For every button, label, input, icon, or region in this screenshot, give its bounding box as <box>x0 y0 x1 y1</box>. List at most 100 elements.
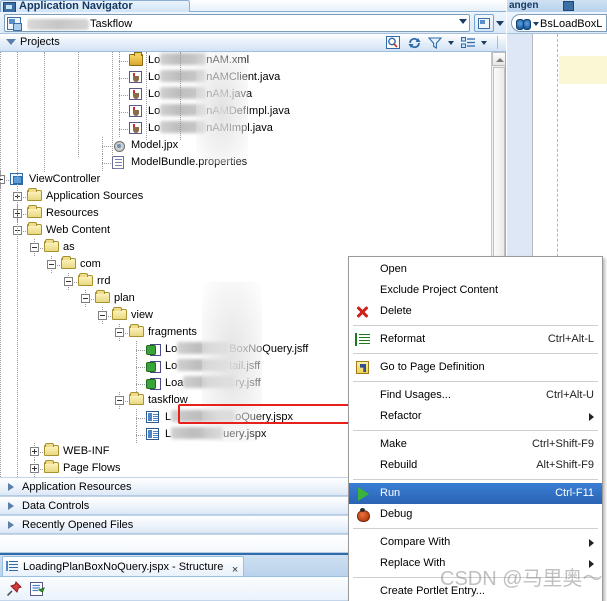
tree-row[interactable]: Lo nAMImpl.java <box>0 120 492 137</box>
submenu-arrow-icon <box>589 413 594 421</box>
component-selector-combo[interactable]: BsLoadBoxL <box>511 14 607 32</box>
search-icon[interactable] <box>385 35 402 51</box>
tree-connector <box>119 86 120 103</box>
jsff-icon <box>146 342 161 356</box>
filter-icon[interactable] <box>427 35 444 51</box>
context-menu[interactable]: Open Exclude Project Content Delete Reforma… <box>348 256 603 601</box>
tree-item-label: nAM.xml <box>206 54 250 66</box>
filter-dropdown-caret[interactable] <box>447 35 456 51</box>
tree-expander[interactable] <box>115 328 124 337</box>
tree-item-label: Model.jpx <box>131 139 179 151</box>
tree-rail <box>78 52 79 157</box>
tree-expander[interactable] <box>81 294 90 303</box>
tree-row[interactable]: Model.jpx <box>0 137 492 154</box>
submenu-arrow-icon <box>589 560 594 568</box>
tree-item-text: ModelBundle.properties <box>131 154 247 171</box>
projects-header: Projects <box>0 34 506 52</box>
java-icon <box>129 105 142 117</box>
tree-expander[interactable] <box>47 260 56 269</box>
menu-item[interactable]: Delete <box>349 301 602 322</box>
section-label: Data Controls <box>22 500 90 512</box>
tree-row[interactable]: Application Sources <box>0 188 492 205</box>
redacted-text <box>177 359 230 371</box>
tree-item-label: fragments <box>148 326 197 338</box>
new-node-icon[interactable] <box>29 581 47 597</box>
menu-item[interactable]: Compare With <box>349 532 602 553</box>
window-tabstrip: Application Navigator <box>0 0 506 12</box>
tree-item-label-prefix: Lo <box>148 54 161 66</box>
redacted-text <box>160 70 207 82</box>
editor-tab-label[interactable]: angen <box>509 0 538 12</box>
tree-row[interactable]: Lo nAMDefImpl.java <box>0 103 492 120</box>
tree-expander[interactable] <box>30 464 39 473</box>
tree-expander[interactable] <box>64 277 73 286</box>
menu-item-label: Open <box>380 263 407 275</box>
refresh-icon[interactable] <box>406 35 423 51</box>
tree-expander[interactable] <box>30 447 39 456</box>
menu-separator <box>353 325 598 326</box>
tree-item-text: Loa ry.jsff <box>165 375 261 392</box>
menu-item[interactable]: Make Ctrl+Shift-F9 <box>349 434 602 455</box>
structure-tab-label: LoadingPlanBoxNoQuery.jspx - Structure <box>23 561 224 573</box>
scroll-up-arrow[interactable] <box>492 52 505 66</box>
menu-item[interactable]: Open <box>349 259 602 280</box>
chevron-right-icon <box>8 502 14 510</box>
tree-connector <box>102 154 103 171</box>
group-by-icon[interactable] <box>460 35 477 51</box>
tree-item-label: com <box>80 258 101 270</box>
chevron-down-icon[interactable] <box>533 22 539 26</box>
tree-connector <box>136 418 145 419</box>
tree-item-label-prefix: Lo <box>148 71 161 83</box>
menu-item-label: Create Portlet Entry... <box>380 585 485 597</box>
chevron-right-icon <box>8 521 14 529</box>
menu-item[interactable]: Debug <box>349 504 602 525</box>
delete-icon <box>355 304 371 319</box>
chevron-down-icon[interactable] <box>6 39 16 45</box>
editor-highlight-block <box>559 56 607 84</box>
menu-item[interactable]: Rebuild Alt+Shift-F9 <box>349 455 602 476</box>
debug-icon <box>355 507 371 522</box>
redacted-text <box>171 427 224 439</box>
menu-separator <box>353 430 598 431</box>
tree-row[interactable]: Resources <box>0 205 492 222</box>
menu-item[interactable]: Exclude Project Content <box>349 280 602 301</box>
tree-row[interactable]: Lo nAM.java <box>0 86 492 103</box>
taskflow-combo-value: Taskflow <box>27 17 451 31</box>
tree-item-label: Application Sources <box>46 190 144 202</box>
menu-item[interactable]: Run Ctrl-F11 <box>349 483 602 504</box>
menu-item-label: Delete <box>380 305 412 317</box>
menu-item[interactable]: Reformat Ctrl+Alt-L <box>349 329 602 350</box>
tab-application-navigator[interactable]: Application Navigator <box>0 0 190 12</box>
tree-row[interactable]: Web Content <box>0 222 492 239</box>
section-label: Recently Opened Files <box>22 519 134 531</box>
tree-rail <box>112 52 113 157</box>
menu-item[interactable]: Go to Page Definition <box>349 357 602 378</box>
tree-item-text: WEB-INF <box>63 443 109 460</box>
chevron-down-icon[interactable] <box>459 19 467 24</box>
menu-item-label: Replace With <box>380 557 446 569</box>
tree-row[interactable]: ModelBundle.properties <box>0 154 492 171</box>
menu-item[interactable]: Create Portlet Entry... <box>349 581 602 601</box>
tab-structure[interactable]: LoadingPlanBoxNoQuery.jspx - Structure × <box>2 556 245 576</box>
menu-item-label: Make <box>380 438 407 450</box>
taskflow-combo[interactable]: Taskflow <box>4 14 470 32</box>
navigator-view-button[interactable] <box>474 14 494 32</box>
pin-icon[interactable] <box>6 581 24 597</box>
tree-row[interactable]: ViewController <box>0 171 492 188</box>
menu-item[interactable]: Replace With <box>349 553 602 574</box>
tree-connector <box>102 146 111 147</box>
tree-row[interactable]: Lo nAM.xml <box>0 52 492 69</box>
group-by-dropdown-caret[interactable] <box>480 35 489 51</box>
tree-row[interactable]: Lo nAMClient.java <box>0 69 492 86</box>
tree-item-text: Web Content <box>46 222 110 239</box>
menu-item[interactable]: Find Usages... Ctrl+Alt-U <box>349 385 602 406</box>
tree-item-label: ModelBundle.properties <box>131 156 248 168</box>
menu-item[interactable]: Refactor <box>349 406 602 427</box>
tree-item-label: BoxNoQuery.jsff <box>229 343 309 355</box>
projects-toolbar <box>384 35 502 51</box>
tree-expander[interactable] <box>115 396 124 405</box>
navigator-view-dropdown[interactable] <box>494 14 506 32</box>
tree-expander[interactable] <box>30 243 39 252</box>
tree-row[interactable]: as <box>0 239 492 256</box>
tree-expander[interactable] <box>98 311 107 320</box>
